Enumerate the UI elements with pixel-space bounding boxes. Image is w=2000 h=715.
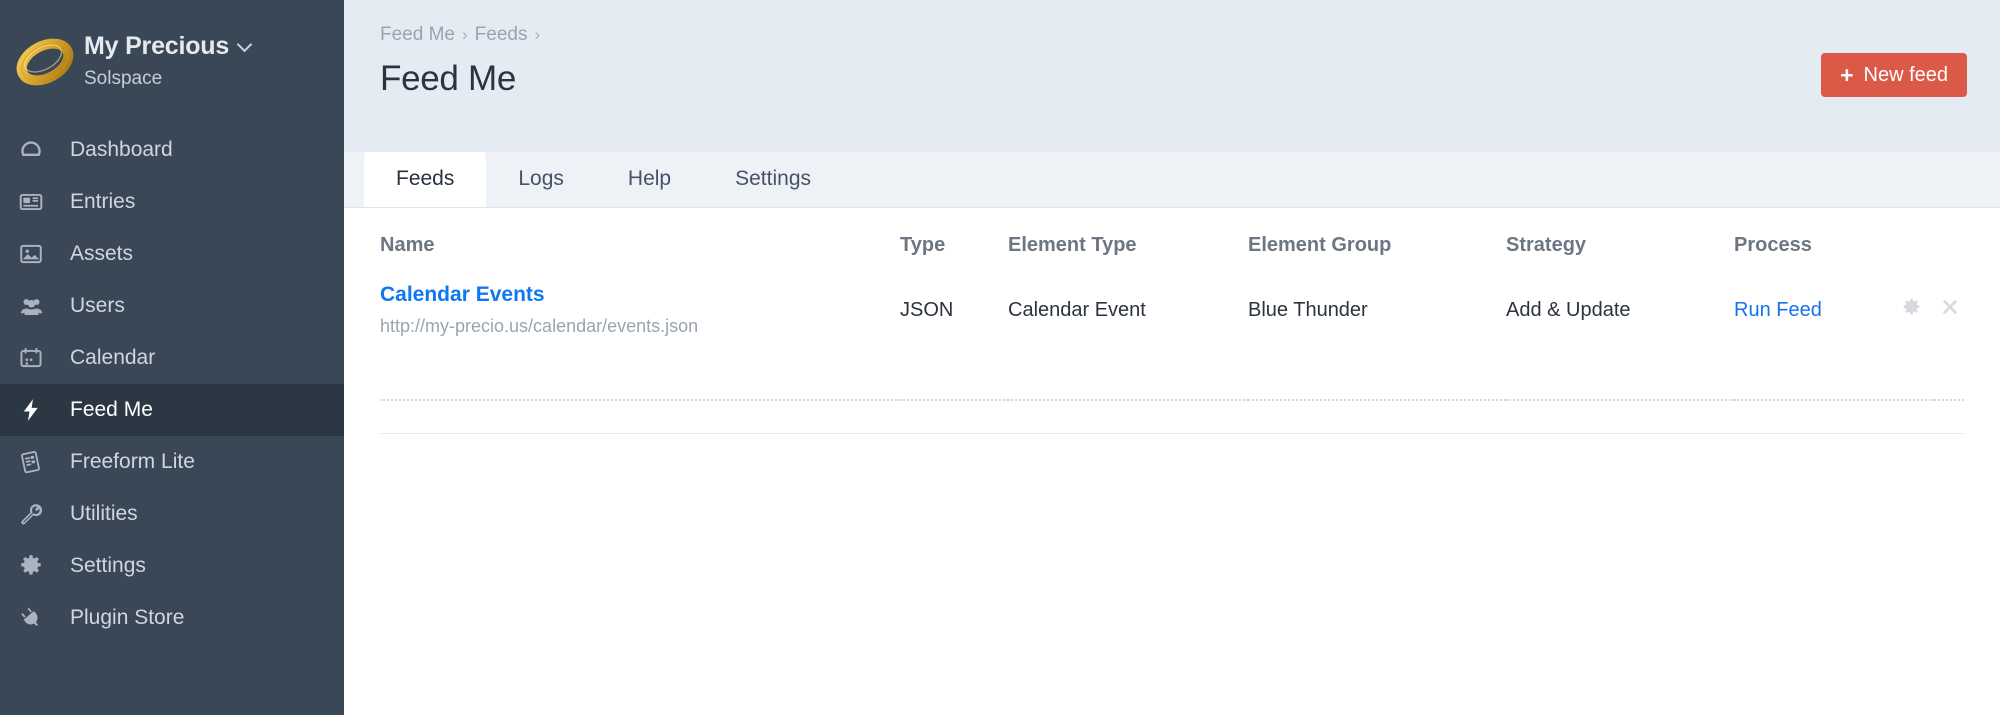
breadcrumb: Feed Me › Feeds ›	[380, 24, 1964, 46]
gear-icon[interactable]	[1901, 297, 1922, 324]
brand-title-label: My Precious	[84, 32, 230, 60]
sidebar: My Precious Solspace Dashboard Entries A…	[0, 0, 344, 715]
gold-ring-logo	[14, 34, 76, 90]
cell-type: JSON	[900, 298, 954, 321]
page-header: Feed Me › Feeds › Feed Me + New feed	[344, 0, 2000, 152]
users-icon	[18, 293, 64, 320]
sidebar-item-utilities[interactable]: Utilities	[0, 488, 344, 540]
lightning-bolt-icon	[18, 396, 64, 424]
sidebar-item-feed-me[interactable]: Feed Me	[0, 384, 344, 436]
wrench-icon	[18, 501, 64, 527]
tab-logs[interactable]: Logs	[486, 151, 596, 207]
main-content: Feed Me › Feeds › Feed Me + New feed Fee…	[344, 0, 2000, 715]
column-header-strategy: Strategy	[1506, 234, 1587, 256]
tab-feeds[interactable]: Feeds	[364, 151, 487, 207]
sidebar-item-label: Utilities	[70, 502, 138, 525]
sidebar-item-freeform-lite[interactable]: Freeform Lite	[0, 436, 344, 488]
feeds-table: Name Type Element Type Element Group Str…	[380, 208, 1964, 401]
image-icon	[18, 241, 64, 267]
tab-bar: Feeds Logs Help Settings	[344, 151, 2000, 208]
cell-actions	[1903, 273, 1964, 363]
table-bottom-rule	[380, 433, 1964, 434]
sidebar-item-assets[interactable]: Assets	[0, 228, 344, 280]
chevron-down-icon[interactable]	[238, 38, 252, 52]
close-icon[interactable]	[1940, 297, 1960, 323]
sidebar-item-calendar[interactable]: Calendar	[0, 332, 344, 384]
brand-title: My Precious	[84, 32, 252, 61]
table-row: Calendar Events http://my-precio.us/cale…	[380, 273, 1964, 363]
table-body: Calendar Events http://my-precio.us/cale…	[380, 273, 1964, 401]
row-actions	[1903, 297, 1964, 324]
gear-icon	[18, 553, 64, 579]
table-head: Name Type Element Type Element Group Str…	[380, 208, 1964, 273]
brand-header[interactable]: My Precious Solspace	[0, 28, 344, 90]
sidebar-item-label: Freeform Lite	[70, 450, 195, 473]
brand-subtitle: Solspace	[84, 68, 163, 89]
sidebar-item-label: Dashboard	[70, 138, 173, 161]
tab-settings[interactable]: Settings	[703, 151, 843, 207]
feed-name-link[interactable]: Calendar Events	[380, 283, 900, 307]
breadcrumb-separator-icon: ›	[534, 25, 541, 44]
brand-text: My Precious Solspace	[84, 28, 252, 90]
table-header-row: Name Type Element Type Element Group Str…	[380, 208, 1964, 273]
column-header-element-group: Element Group	[1248, 234, 1392, 256]
sidebar-item-label: Entries	[70, 190, 136, 213]
feeds-panel: Name Type Element Type Element Group Str…	[344, 208, 2000, 715]
cell-element-type: Calendar Event	[1008, 298, 1146, 321]
feed-url: http://my-precio.us/calendar/events.json	[380, 316, 699, 336]
run-feed-link[interactable]: Run Feed	[1734, 299, 1822, 321]
sidebar-item-settings[interactable]: Settings	[0, 540, 344, 592]
cell-name: Calendar Events http://my-precio.us/cale…	[380, 273, 900, 363]
newspaper-icon	[18, 189, 64, 215]
gauge-icon	[18, 137, 64, 163]
sidebar-item-label: Settings	[70, 554, 146, 577]
column-header-type: Type	[900, 234, 946, 256]
plus-icon: +	[1840, 61, 1854, 88]
new-feed-button-label: New feed	[1863, 63, 1949, 86]
column-header-element-type: Element Type	[1008, 234, 1137, 256]
form-document-icon	[18, 449, 64, 475]
row-separator	[380, 363, 1964, 401]
app-root: My Precious Solspace Dashboard Entries A…	[0, 0, 2000, 715]
breadcrumb-item-feed-me[interactable]: Feed Me	[380, 24, 455, 46]
column-header-name: Name	[380, 234, 435, 256]
page-title: Feed Me	[380, 59, 517, 98]
plug-icon	[18, 605, 64, 631]
breadcrumb-separator-icon: ›	[461, 25, 468, 44]
new-feed-button[interactable]: + New feed	[1821, 53, 1967, 97]
sidebar-item-label: Assets	[70, 242, 134, 265]
sidebar-item-entries[interactable]: Entries	[0, 176, 344, 228]
tab-help[interactable]: Help	[596, 151, 703, 207]
sidebar-nav: Dashboard Entries Assets Users Calendar …	[0, 124, 344, 644]
sidebar-item-label: Plugin Store	[70, 606, 185, 629]
sidebar-item-dashboard[interactable]: Dashboard	[0, 124, 344, 176]
sidebar-item-label: Feed Me	[70, 398, 153, 421]
column-header-process: Process	[1734, 234, 1812, 256]
cell-strategy: Add & Update	[1506, 298, 1631, 321]
breadcrumb-item-feeds[interactable]: Feeds	[475, 24, 528, 46]
sidebar-item-label: Users	[70, 294, 125, 317]
sidebar-item-label: Calendar	[70, 346, 156, 369]
sidebar-item-users[interactable]: Users	[0, 280, 344, 332]
cell-element-group: Blue Thunder	[1248, 298, 1368, 321]
column-header-actions	[1934, 208, 1964, 273]
calendar-icon	[18, 345, 64, 371]
sidebar-item-plugin-store[interactable]: Plugin Store	[0, 592, 344, 644]
row-separator-line	[380, 363, 1964, 401]
